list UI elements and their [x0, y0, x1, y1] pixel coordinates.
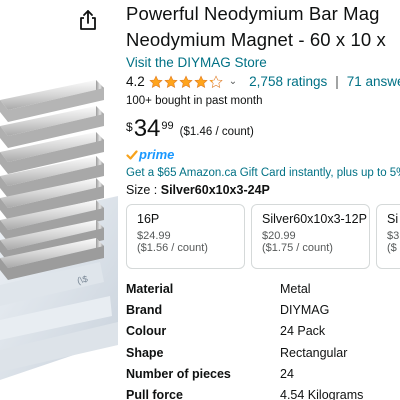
spec-key: Number of pieces	[126, 366, 231, 381]
option-unit-price: ($1.75 / count)	[262, 242, 333, 254]
spec-key: Colour	[126, 324, 167, 339]
unit-price: ($1.46 / count)	[179, 126, 254, 138]
spec-value: 4.54 Kilograms	[280, 387, 364, 400]
size-option-16p[interactable]: 16P $24.99 ($1.56 / count)	[126, 204, 245, 269]
prime-check-icon	[126, 149, 138, 160]
size-value: Silver60x10x3-24P	[160, 183, 270, 197]
option-unit-price: ($1.56 / count)	[137, 242, 208, 254]
spec-value: 24 Pack	[280, 324, 326, 339]
bought-in-past-month: 100+ bought in past month	[126, 95, 263, 107]
option-price: $3	[387, 230, 400, 242]
share-button[interactable]	[76, 8, 100, 32]
spec-row: Number of pieces 24	[126, 367, 400, 388]
share-icon	[80, 10, 96, 30]
spec-row: Colour 24 Pack	[126, 324, 400, 345]
spec-key: Material	[126, 282, 174, 296]
option-name: Silver60x10x3-12P	[262, 212, 367, 226]
prime-label: prime	[139, 147, 175, 162]
star-partial-icon	[209, 74, 223, 88]
price-whole: 34	[133, 115, 161, 142]
product-title-line-1: Powerful Neodymium Bar Mag	[126, 3, 380, 24]
size-selection: Size : Silver60x10x3-24P	[126, 183, 400, 197]
product-details: Powerful Neodymium Bar Mag Neodymium Mag…	[126, 0, 400, 400]
product-title-line-2: Neodymium Magnet - 60 x 10 x	[126, 29, 386, 50]
price-fraction: 99	[161, 120, 174, 132]
size-options: 16P $24.99 ($1.56 / count) Silver60x10x3…	[126, 204, 400, 269]
star-rating[interactable]	[149, 74, 223, 89]
spec-value: Rectangular	[280, 345, 348, 360]
spec-key: Brand	[126, 303, 163, 318]
product-specs-table: Material Metal Brand DIYMAG Colour 24 Pa…	[126, 282, 400, 400]
ratings-count-link[interactable]: 2,758 ratings	[249, 74, 327, 89]
size-label: Size :	[126, 183, 161, 197]
size-option-partial[interactable]: Si $3 ($	[376, 204, 400, 269]
spec-value: Metal	[280, 282, 311, 296]
price-row: $ 34 99 ($1.46 / count)	[126, 117, 400, 141]
magnet-bars	[0, 80, 104, 280]
prime-badge[interactable]: prime	[126, 147, 400, 162]
star-full-icon	[164, 74, 178, 88]
spec-row: Brand DIYMAG	[126, 303, 400, 324]
magnet-stack-image: x2 (\$	[0, 80, 118, 380]
rating-row: 4.2 ⌄ 2,758 ratings | 71 answered	[126, 74, 400, 89]
star-full-icon	[194, 74, 208, 88]
spec-row: Pull force 4.54 Kilograms	[126, 388, 400, 400]
star-full-icon	[149, 74, 163, 88]
size-option-silver-12p[interactable]: Silver60x10x3-12P $20.99 ($1.75 / count)	[251, 204, 370, 269]
gift-card-promo-link[interactable]: Get a $65 Amazon.ca Gift Card instantly,…	[126, 167, 400, 179]
spec-value: 24	[280, 366, 294, 381]
spec-row: Shape Rectangular	[126, 346, 400, 367]
product-image[interactable]: x2 (\$	[0, 0, 118, 400]
separator: |	[335, 74, 339, 89]
option-name: 16P	[137, 212, 160, 226]
spec-value: DIYMAG	[280, 303, 330, 318]
option-price: $20.99	[262, 230, 296, 242]
spec-key: Pull force	[126, 387, 183, 400]
spec-row: Material Metal	[126, 282, 400, 303]
option-price: $24.99	[137, 230, 171, 242]
chevron-down-icon[interactable]: ⌄	[229, 76, 237, 87]
spec-key: Shape	[126, 345, 164, 360]
rating-value: 4.2	[126, 74, 145, 89]
option-unit-price: ($	[387, 242, 397, 254]
price-currency: $	[126, 120, 133, 134]
store-link[interactable]: Visit the DIYMAG Store	[126, 55, 400, 70]
star-full-icon	[179, 74, 193, 88]
option-name: Si	[387, 212, 399, 226]
answered-questions-link[interactable]: 71 answered	[347, 74, 400, 89]
